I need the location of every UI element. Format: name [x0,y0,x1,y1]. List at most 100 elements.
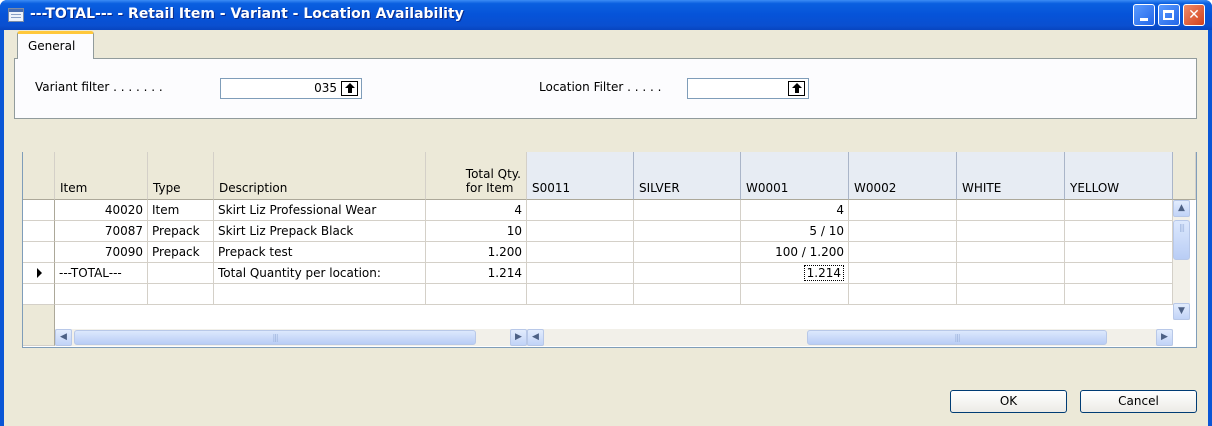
scroll-left-button[interactable]: ◀ [527,329,544,346]
horizontal-scroll-thumb[interactable] [807,330,1107,345]
cell-item[interactable]: 70087 [55,221,148,242]
cell-empty[interactable] [1065,284,1173,305]
location-filter-label: Location Filter . . . . . [539,80,662,94]
column-header-location[interactable]: WHITE [957,152,1065,200]
column-header-location[interactable]: S0011 [527,152,634,200]
chevron-up-icon: ▲ [1178,203,1185,213]
cell-location-qty[interactable] [957,263,1065,284]
column-header-item-label: Item [60,181,88,195]
cell-location-qty[interactable] [634,221,741,242]
cell-location-qty[interactable] [1065,263,1173,284]
cell-location-qty[interactable] [849,242,957,263]
cell-item[interactable]: ---TOTAL--- [55,263,148,284]
cell-location-qty[interactable] [634,242,741,263]
cell-type[interactable] [148,263,214,284]
cell-location-qty[interactable]: 100 / 1.200 [741,242,849,263]
minimize-button[interactable] [1133,4,1155,26]
cell-description[interactable]: Total Quantity per location: [214,263,426,284]
cell-location-qty[interactable] [957,200,1065,221]
column-header-total-qty[interactable]: Total Qty. for Item [426,152,527,200]
row-selector[interactable] [23,221,55,242]
horizontal-scrollbar-left[interactable]: ◀ ▶ [55,329,527,346]
cell-type[interactable]: Item [148,200,214,221]
row-selector[interactable] [23,263,55,284]
cell-empty[interactable] [55,284,148,305]
cell-location-qty[interactable] [849,221,957,242]
column-header-location-label: WHITE [962,181,1002,195]
column-header-location[interactable]: SILVER [634,152,741,200]
variant-filter-field[interactable]: 035 [220,78,362,99]
close-button[interactable]: ✕ [1183,4,1205,26]
cell-location-qty[interactable] [849,263,957,284]
maximize-button[interactable] [1158,4,1180,26]
ok-button[interactable]: OK [950,390,1067,413]
cell-item[interactable]: 40020 [55,200,148,221]
cell-location-qty[interactable]: 5 / 10 [741,221,849,242]
cell-total-qty[interactable]: 1.214 [426,263,527,284]
cell-location-qty[interactable] [1065,242,1173,263]
cell-location-qty-focused[interactable]: 1.214 [741,263,849,284]
cell-description[interactable]: Skirt Liz Prepack Black [214,221,426,242]
location-filter-field[interactable] [687,78,809,99]
cell-total-qty[interactable]: 1.200 [426,242,527,263]
column-header-location[interactable]: YELLOW [1065,152,1173,200]
cell-description[interactable]: Prepack test [214,242,426,263]
horizontal-scrollbar-right[interactable]: ◀ ▶ [527,329,1173,346]
cell-empty[interactable] [634,284,741,305]
cell-type[interactable]: Prepack [148,242,214,263]
cell-total-qty[interactable]: 4 [426,200,527,221]
column-header-description[interactable]: Description [214,152,426,200]
assist-button-icon[interactable] [788,81,805,96]
tab-general[interactable]: General [17,31,94,59]
cell-location-qty[interactable] [634,263,741,284]
title-bar[interactable]: ---TOTAL--- - Retail Item - Variant - Lo… [0,0,1212,30]
cancel-button[interactable]: Cancel [1080,390,1197,413]
cell-location-qty[interactable] [849,200,957,221]
column-header-item[interactable]: Item [55,152,148,200]
cell-location-qty[interactable]: 4 [741,200,849,221]
cell-empty[interactable] [214,284,426,305]
cell-empty[interactable] [148,284,214,305]
cell-item[interactable]: 70090 [55,242,148,263]
cell-location-qty[interactable] [527,242,634,263]
cell-total-qty[interactable]: 10 [426,221,527,242]
scroll-up-button[interactable]: ▲ [1173,200,1190,217]
variant-filter-value: 035 [314,81,337,95]
window-title: ---TOTAL--- - Retail Item - Variant - Lo… [30,6,464,22]
cell-location-qty[interactable] [634,200,741,221]
cell-location-qty[interactable] [527,221,634,242]
cell-empty[interactable] [741,284,849,305]
assist-button-icon[interactable] [341,81,358,96]
column-header-type[interactable]: Type [148,152,214,200]
horizontal-scroll-thumb[interactable] [74,330,476,345]
cell-location-qty[interactable] [1065,221,1173,242]
filter-panel: Variant filter . . . . . . . 035 Locatio… [14,58,1197,119]
scroll-left-button[interactable]: ◀ [55,329,72,346]
cell-empty[interactable] [527,284,634,305]
row-selector[interactable] [23,284,55,305]
cell-empty[interactable] [849,284,957,305]
scroll-down-button[interactable]: ▼ [1173,303,1190,320]
cell-location-qty[interactable] [527,200,634,221]
cell-empty[interactable] [957,284,1065,305]
cell-type[interactable]: Prepack [148,221,214,242]
vertical-scrollbar[interactable]: ▲ ▼ [1173,200,1190,320]
tab-general-label: General [28,39,76,53]
minimize-icon [1140,18,1148,21]
cell-location-qty[interactable] [527,263,634,284]
close-icon: ✕ [1188,7,1200,23]
cell-location-qty[interactable] [957,221,1065,242]
cell-description[interactable]: Skirt Liz Professional Wear [214,200,426,221]
variant-filter-label: Variant filter . . . . . . . [35,80,163,94]
cell-location-qty[interactable] [957,242,1065,263]
cell-empty[interactable] [426,284,527,305]
vertical-scroll-thumb[interactable] [1173,220,1190,260]
column-header-location[interactable]: W0001 [741,152,849,200]
scroll-right-button[interactable]: ▶ [510,329,527,346]
cell-location-qty[interactable] [1065,200,1173,221]
window-icon[interactable] [8,8,24,22]
row-selector[interactable] [23,200,55,221]
row-selector[interactable] [23,242,55,263]
scroll-right-button[interactable]: ▶ [1156,329,1173,346]
column-header-location[interactable]: W0002 [849,152,957,200]
